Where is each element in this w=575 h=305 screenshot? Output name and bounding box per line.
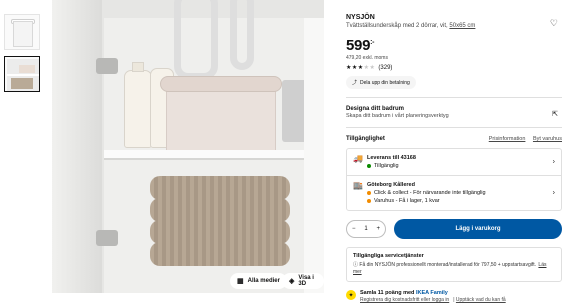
store-line2: Varuhus - Få i lager, 1 kvar	[374, 198, 440, 204]
hinge-top	[96, 58, 118, 74]
heart-icon[interactable]: ♡	[550, 18, 558, 29]
product-name: NYSJÖN	[346, 14, 375, 21]
main-product-image: ▦ Alla medier ◈ Visa i 3D	[52, 0, 324, 293]
cube-3d-icon: ◈	[289, 278, 295, 285]
product-info-panel: ♡ NYSJÖN Tvättställsunderskåp med 2 dörr…	[346, 14, 562, 303]
store-line1: Click & collect - För närvarande inte ti…	[374, 190, 486, 196]
bottle-1	[124, 70, 152, 148]
qty-value[interactable]: 1	[364, 226, 367, 232]
family-points: Samla 11 poäng med IKEA Family	[360, 290, 510, 296]
family-icon: ✦	[346, 290, 356, 300]
thumb-box-shape	[19, 65, 35, 73]
cabinet-shelf	[104, 150, 324, 160]
truck-icon: 🚚	[353, 154, 363, 163]
delivery-row[interactable]: 🚚 Leverans till 43168 Tillgänglig ›	[347, 149, 561, 175]
family-section: ✦ Samla 11 poäng med IKEA Family Registr…	[346, 290, 562, 303]
quantity-stepper: − 1 +	[346, 220, 386, 238]
services-line: ⓘ Få din NYSJÖN professionellt monterad/…	[353, 262, 555, 276]
split-payment-label: Dela upp din betalning	[360, 79, 410, 86]
towel-1	[150, 176, 290, 200]
status-dot-orange	[367, 198, 371, 203]
family-brand: IKEA Family	[415, 290, 448, 296]
share-icon: ⤴	[352, 80, 358, 86]
price: 599:-	[346, 37, 562, 54]
drain-pipe	[174, 0, 218, 80]
change-store-link[interactable]: Byt varuhus	[533, 136, 562, 142]
store-text: Göteborg Kållered Click & collect - För …	[367, 181, 486, 205]
services-box: Tillgängliga servicetjänster ⓘ Få din NY…	[346, 247, 562, 282]
chevron-right-icon: ›	[552, 189, 555, 197]
price-suffix: :-	[370, 39, 375, 46]
drain-pipe-2	[230, 0, 254, 70]
cabinet-door	[52, 0, 102, 293]
towel-4	[150, 242, 290, 266]
design-subtitle: Skapa ditt badrum i vårt planeringsverkt…	[346, 113, 449, 119]
services-title: Tillgängliga servicetjänster	[353, 253, 424, 259]
chevron-right-icon: ›	[552, 158, 555, 166]
divider	[346, 127, 562, 128]
design-title: Designa ditt badrum	[346, 106, 405, 112]
family-discover-link[interactable]: Upptäck vad du kan få	[456, 297, 506, 303]
external-link-icon: ⇱	[552, 111, 558, 118]
info-icon: ⓘ	[353, 262, 359, 268]
view-3d-label: Visa i 3D	[298, 275, 314, 287]
price-info-link[interactable]: Prisinformation	[489, 136, 526, 142]
cabinet-side	[304, 18, 324, 293]
cart-row: − 1 + Lägg i varukorg	[346, 219, 562, 239]
family-register-link[interactable]: Registrera dig kostnadsfritt eller logga…	[360, 297, 449, 303]
thumb-shelf-shape	[7, 74, 39, 76]
family-text: Samla 11 poäng med IKEA Family Registrer…	[360, 290, 510, 303]
review-count: (329)	[378, 64, 393, 71]
price-ex-vat: 479,20 exkl. moms	[346, 55, 388, 61]
delivery-status: Tillgänglig	[374, 163, 399, 169]
hinge-bottom	[96, 230, 118, 246]
add-to-cart-button[interactable]: Lägg i varukorg	[394, 219, 562, 239]
store-title: Göteborg Kållered	[367, 182, 415, 188]
divider	[346, 97, 562, 98]
family-links: Registrera dig kostnadsfritt eller logga…	[360, 297, 506, 303]
store-icon: 🏬	[353, 181, 363, 190]
status-dot-orange	[367, 190, 371, 195]
view-3d-button[interactable]: ◈ Visa i 3D	[282, 273, 324, 289]
all-media-label: Alla medier	[247, 278, 280, 284]
towel-2	[150, 198, 290, 222]
thumbnail-interior[interactable]	[4, 56, 40, 92]
storage-box-lid	[160, 76, 282, 92]
availability-header: Tillgänglighet Prisinformation Byt varuh…	[346, 136, 562, 142]
split-payment-button[interactable]: ⤴ Dela upp din betalning	[346, 76, 416, 89]
design-section[interactable]: ⇱ Designa ditt badrum Skapa ditt badrum …	[346, 106, 562, 119]
price-main: 599	[346, 37, 371, 54]
delivery-title: Leverans till 43168	[367, 155, 416, 161]
all-media-button[interactable]: ▦ Alla medier	[230, 273, 287, 289]
services-text: Få din NYSJÖN professionellt monterad/in…	[359, 262, 537, 268]
rating[interactable]: ★★★★★ (329)	[346, 64, 562, 72]
status-dot-green	[367, 163, 371, 168]
delivery-text: Leverans till 43168 Tillgänglig	[367, 154, 416, 170]
qty-increase-button[interactable]: +	[376, 226, 380, 232]
thumbnail-product[interactable]	[4, 14, 40, 50]
towel-3	[150, 220, 290, 244]
thumbnail-strip	[4, 14, 42, 98]
bottle-1-cap	[132, 62, 144, 72]
family-points-text: Samla 11 poäng med	[360, 290, 415, 296]
availability-links: Prisinformation Byt varuhus	[483, 136, 562, 142]
size-link[interactable]: 50x65 cm	[449, 23, 475, 29]
thumb-cabinet-shape	[13, 21, 33, 47]
store-row[interactable]: 🏬 Göteborg Kållered Click & collect - Fö…	[347, 175, 561, 210]
product-description: Tvättställsunderskåp med 2 dörrar, vit,	[346, 23, 448, 29]
thumb-towel-shape	[11, 78, 33, 89]
rating-stars: ★★★★★	[346, 65, 376, 71]
availability-title: Tillgänglighet	[346, 136, 385, 142]
grid-icon: ▦	[237, 278, 244, 285]
availability-box: 🚚 Leverans till 43168 Tillgänglig › 🏬 Gö…	[346, 148, 562, 211]
product-subtitle: Tvättställsunderskåp med 2 dörrar, vit, …	[346, 23, 562, 29]
qty-decrease-button[interactable]: −	[352, 226, 356, 232]
